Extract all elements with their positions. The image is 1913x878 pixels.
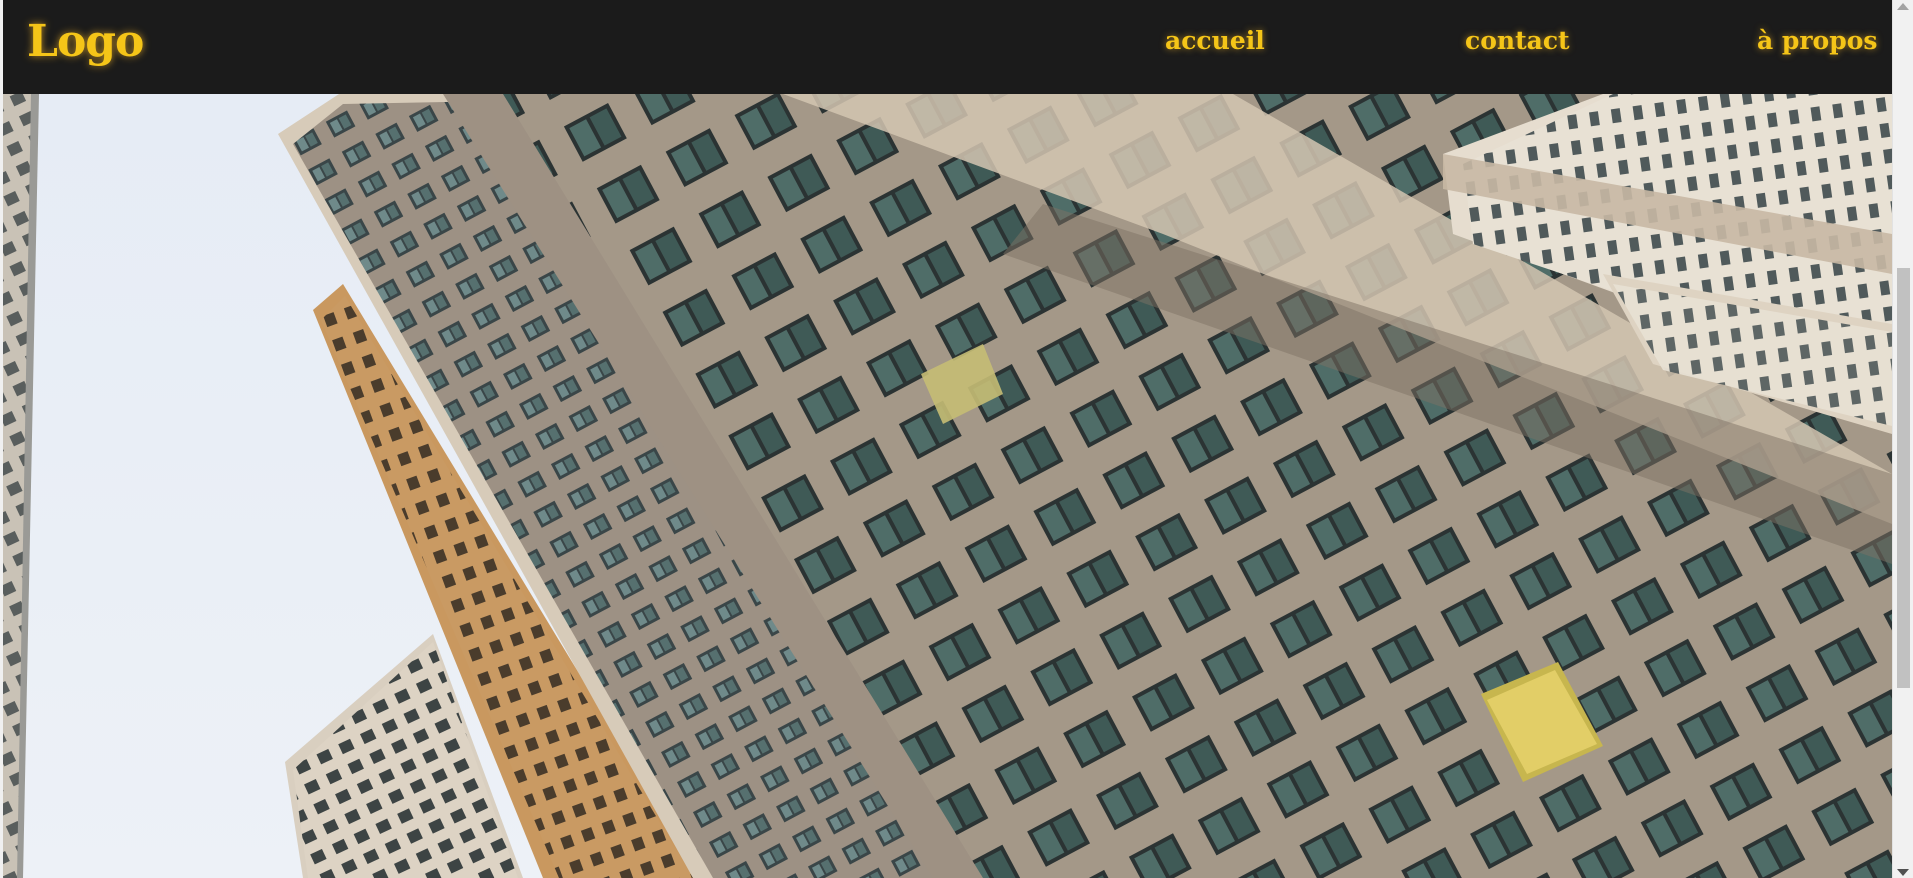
nav-link-contact[interactable]: contact — [1465, 26, 1570, 55]
nav-link-a-propos[interactable]: à propos — [1757, 26, 1877, 55]
hero-image — [3, 94, 1892, 878]
nav-link-accueil[interactable]: accueil — [1165, 26, 1265, 55]
scroll-thumb[interactable] — [1897, 268, 1910, 688]
vertical-scrollbar[interactable] — [1892, 0, 1913, 878]
page: Logo accueil contact à propos — [3, 0, 1892, 878]
scroll-down-arrow-icon[interactable] — [1897, 869, 1909, 876]
navbar: Logo accueil contact à propos — [3, 0, 1892, 94]
buildings-photo — [3, 94, 1892, 878]
scroll-up-arrow-icon[interactable] — [1897, 3, 1909, 10]
logo[interactable]: Logo — [27, 16, 144, 67]
